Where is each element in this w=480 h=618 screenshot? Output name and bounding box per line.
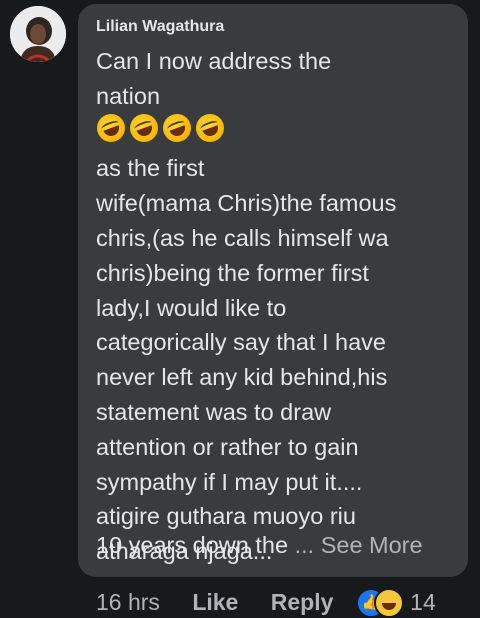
profile-photo [10,6,66,62]
rolling-on-floor-laughing-icon [192,109,228,146]
see-more-link[interactable]: ... See More [295,532,423,558]
comment-line: lady,I would like to [96,294,287,321]
comment-line: chris,(as he calls himself wa [96,224,389,251]
emoji-group [93,109,459,152]
comment-line-with-emoji: nation as the first [93,79,460,186]
comment-line: as the first [96,155,205,182]
comment-bubble: Lilian Wagathura Can I now address the n… [78,4,468,577]
comment-text: Can I now address the nation as the first… [93,44,460,569]
avatar[interactable] [10,6,66,62]
comment-thread: Lilian Wagathura Can I now address the n… [0,0,480,618]
comment-actions: 16 hrs Like Reply 👍 14 [96,588,436,618]
reaction-summary[interactable]: 👍 [355,588,404,618]
comment-line: wife(mama Chris)the famous [96,190,397,217]
reply-button[interactable]: Reply [271,589,334,616]
comment-line: sympathy if I may put it.... [96,468,363,495]
truncated-text: 10 years down the [96,532,289,558]
comment-author[interactable]: Lilian Wagathura [96,18,224,36]
truncated-line: 10 years down the ... See More [96,532,423,559]
timestamp[interactable]: 16 hrs [96,589,160,616]
comment-line: nation [96,82,161,109]
comment-line: attention or rather to gain [96,433,359,460]
like-button[interactable]: Like [192,589,238,616]
haha-icon [373,588,404,618]
comment-line: Can I now address the [96,48,332,74]
comment-line: chris)being the former first [96,259,369,286]
comment-line: atigire guthara muoyo riu [96,503,356,530]
rolling-on-floor-laughing-icon [126,109,162,146]
rolling-on-floor-laughing-icon [159,109,195,146]
comment-line: categorically say that I have [96,329,386,356]
rolling-on-floor-laughing-icon [93,109,129,146]
comment-line: statement was to draw [96,398,332,425]
comment-line: never left any kid behind,his [96,364,388,391]
reaction-count[interactable]: 14 [410,589,436,615]
